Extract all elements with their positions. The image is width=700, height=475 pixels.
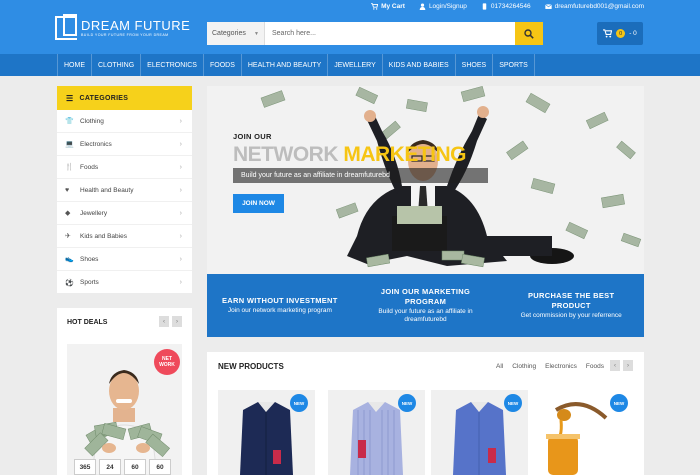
- nav-item-clothing[interactable]: CLOTHING: [92, 54, 142, 76]
- sidebar-item-foods[interactable]: 🍴 Foods ›: [57, 156, 192, 179]
- shoe-icon: 👟: [65, 256, 74, 263]
- nav-item-kids-and-babies[interactable]: KIDS AND BABIES: [383, 54, 456, 76]
- cart-icon: [371, 3, 379, 10]
- deal-countdown: 365 24 60 60: [74, 459, 171, 475]
- heart-icon: ♥: [65, 186, 70, 194]
- category-select[interactable]: Categories ▼: [207, 22, 265, 45]
- sidebar-item-kids-and-babies[interactable]: ✈ Kids and Babies ›: [57, 225, 192, 248]
- top-header: My Cart Login/Signup 01734264546 dreamfu…: [0, 0, 700, 54]
- chevron-left-icon: ‹: [163, 318, 165, 325]
- nav-item-electronics[interactable]: ELECTRONICS: [141, 54, 204, 76]
- laptop-icon: 💻: [65, 141, 74, 148]
- tab-clothing[interactable]: Clothing: [512, 363, 536, 370]
- new-badge: NEW: [290, 394, 308, 412]
- chevron-right-icon: ›: [179, 163, 182, 171]
- feature-join: JOIN OUR MARKETING PROGRAM Build your fu…: [378, 287, 473, 323]
- tab-foods[interactable]: Foods: [586, 363, 604, 370]
- phone-link[interactable]: 01734264546: [481, 3, 531, 10]
- nav-item-jewellery[interactable]: JEWELLERY: [328, 54, 383, 76]
- hot-deals-prev-button[interactable]: ‹: [159, 316, 169, 327]
- sidebar-item-sports[interactable]: ⚽ Sports ›: [57, 271, 192, 294]
- join-now-button[interactable]: JOIN NOW: [233, 194, 284, 213]
- nav-item-home[interactable]: HOME: [57, 54, 92, 76]
- search-input[interactable]: Search here...: [265, 22, 515, 45]
- categories-sidebar: ☰ CATEGORIES 👕 Clothing › 💻 Electronics › 🍴 F…: [57, 86, 192, 293]
- new-products-section: NEW PRODUCTS All Clothing Electronics Fo…: [207, 352, 644, 475]
- chevron-left-icon: ‹: [614, 362, 616, 369]
- chevron-right-icon: ›: [627, 362, 629, 369]
- search-icon: [524, 28, 534, 39]
- nav-item-sports[interactable]: SPORTS: [493, 54, 535, 76]
- ball-icon: ⚽: [65, 279, 74, 287]
- mail-icon: [544, 4, 552, 9]
- network-badge: NET WORK: [154, 349, 180, 375]
- menu-icon: ☰: [66, 93, 74, 103]
- banner-join-label: JOIN OUR: [233, 132, 272, 141]
- cart-total: - 0: [629, 30, 637, 37]
- sidebar-item-clothing[interactable]: 👕 Clothing ›: [57, 110, 192, 133]
- cart-count-badge: 0: [616, 29, 626, 38]
- hot-deals-title: HOT DEALS: [67, 319, 108, 326]
- sidebar-item-shoes[interactable]: 👟 Shoes ›: [57, 248, 192, 271]
- tab-electronics[interactable]: Electronics: [545, 363, 577, 370]
- search-bar: Categories ▼ Search here...: [207, 22, 543, 45]
- chevron-right-icon: ›: [176, 318, 178, 325]
- phone-icon: [482, 3, 487, 10]
- products-prev-button[interactable]: ‹: [610, 360, 620, 371]
- cart-button[interactable]: 0 - 0: [597, 22, 643, 45]
- shirt-icon: 👕: [65, 118, 74, 125]
- banner-title: NETWORK MARKETING: [233, 143, 467, 166]
- new-badge: NEW: [610, 394, 628, 412]
- countdown-minutes: 60: [124, 459, 146, 475]
- sidebar-item-health-and-beauty[interactable]: ♥ Health and Beauty ›: [57, 179, 192, 202]
- main-nav: HOME CLOTHING ELECTRONICS FOODS HEALTH A…: [0, 54, 700, 76]
- categories-header: ☰ CATEGORIES: [57, 86, 192, 110]
- my-cart-link[interactable]: My Cart: [371, 3, 405, 10]
- product-filter-tabs: All Clothing Electronics Foods: [496, 363, 604, 370]
- search-button[interactable]: [515, 22, 543, 45]
- hot-deals-panel: HOT DEALS ‹ › NET WORK 365 24 60 60: [57, 308, 192, 475]
- new-products-title: NEW PRODUCTS: [218, 362, 284, 371]
- plane-icon: ✈: [65, 233, 71, 240]
- top-links: My Cart Login/Signup 01734264546 dreamfu…: [371, 3, 644, 10]
- hot-deals-next-button[interactable]: ›: [172, 316, 182, 327]
- cart-icon: [603, 29, 613, 38]
- chevron-right-icon: ›: [179, 209, 182, 217]
- banner-subtitle: Build your future as an affiliate in dre…: [233, 168, 488, 183]
- chevron-right-icon: ›: [179, 232, 182, 240]
- logo-title: DREAM FUTURE: [81, 18, 191, 33]
- user-icon: [419, 3, 426, 10]
- tab-all[interactable]: All: [496, 363, 503, 370]
- email-link[interactable]: dreamfuturebd001@gmail.com: [544, 3, 644, 10]
- countdown-seconds: 60: [149, 459, 171, 475]
- products-next-button[interactable]: ›: [623, 360, 633, 371]
- new-badge: NEW: [504, 394, 522, 412]
- sidebar-item-electronics[interactable]: 💻 Electronics ›: [57, 133, 192, 156]
- countdown-days: 365: [74, 459, 96, 475]
- feature-purchase: PURCHASE THE BEST PRODUCT Get commission…: [520, 291, 622, 319]
- site-logo[interactable]: DREAM FUTURE BUILD YOUR FUTURE FROM YOUR…: [55, 14, 191, 40]
- sidebar-item-jewellery[interactable]: ◆ Jewellery ›: [57, 202, 192, 225]
- chevron-right-icon: ›: [179, 186, 182, 194]
- nav-item-shoes[interactable]: SHOES: [456, 54, 494, 76]
- feature-earn: EARN WITHOUT INVESTMENT Join our network…: [222, 296, 338, 314]
- chevron-right-icon: ›: [179, 140, 182, 148]
- nav-item-health-and-beauty[interactable]: HEALTH AND BEAUTY: [242, 54, 329, 76]
- nav-item-foods[interactable]: FOODS: [204, 54, 242, 76]
- features-strip: EARN WITHOUT INVESTMENT Join our network…: [207, 274, 644, 337]
- countdown-hours: 24: [99, 459, 121, 475]
- hero-banner: JOIN OUR NETWORK MARKETING Build your fu…: [207, 86, 644, 274]
- logo-tagline: BUILD YOUR FUTURE FROM YOUR DREAM: [81, 33, 169, 37]
- chevron-right-icon: ›: [179, 255, 182, 263]
- new-badge: NEW: [398, 394, 416, 412]
- cutlery-icon: 🍴: [65, 164, 74, 171]
- logo-mark-icon: [55, 14, 77, 40]
- diamond-icon: ◆: [65, 210, 71, 217]
- chevron-right-icon: ›: [179, 117, 182, 125]
- chevron-right-icon: ›: [179, 279, 182, 286]
- login-signup-link[interactable]: Login/Signup: [419, 3, 467, 10]
- dropdown-caret-icon: ▼: [254, 30, 259, 37]
